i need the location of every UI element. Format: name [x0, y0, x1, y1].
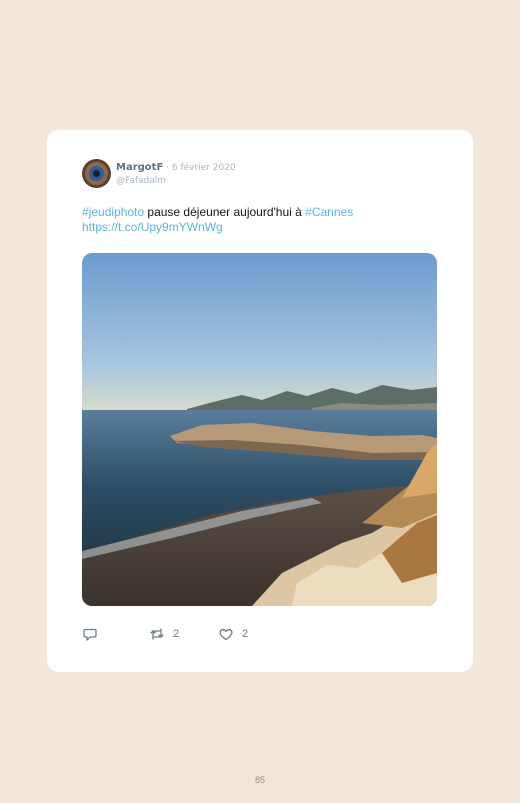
- tweet-body-text: pause déjeuner aujourd'hui à: [144, 205, 306, 219]
- author-info: MargotF · 6 février 2020 @Fafadalm: [116, 159, 236, 188]
- avatar[interactable]: [82, 158, 111, 188]
- tweet-url-link[interactable]: https://t.co/Upy9mYWnWg: [82, 220, 223, 234]
- tweet-date[interactable]: 6 février 2020: [172, 163, 236, 173]
- retweet-count: 2: [173, 628, 180, 640]
- page-number: 85: [254, 775, 265, 785]
- display-name[interactable]: MargotF: [116, 162, 163, 173]
- retweet-action[interactable]: 2: [149, 626, 179, 642]
- like-count: 2: [242, 628, 249, 640]
- tweet-card[interactable]: MargotF · 6 février 2020 @Fafadalm #jeud…: [47, 130, 473, 672]
- tweet-actions: 2 2: [82, 626, 282, 642]
- reply-action[interactable]: [82, 626, 98, 642]
- heart-icon[interactable]: [218, 626, 234, 642]
- retweet-icon[interactable]: [149, 626, 165, 642]
- like-action[interactable]: 2: [218, 626, 248, 642]
- tweet-header: MargotF · 6 février 2020 @Fafadalm: [82, 157, 236, 189]
- hashtag-cannes[interactable]: #Cannes: [305, 205, 353, 219]
- hashtag-jeudiphoto[interactable]: #jeudiphoto: [82, 205, 144, 219]
- tweet-photo[interactable]: [82, 253, 437, 606]
- user-handle[interactable]: @Fafadalm: [116, 175, 236, 188]
- tweet-text: #jeudiphoto pause déjeuner aujourd'hui à…: [82, 205, 442, 235]
- seaside-photo: [82, 253, 437, 606]
- date-separator: ·: [163, 162, 172, 173]
- reply-icon[interactable]: [82, 626, 98, 642]
